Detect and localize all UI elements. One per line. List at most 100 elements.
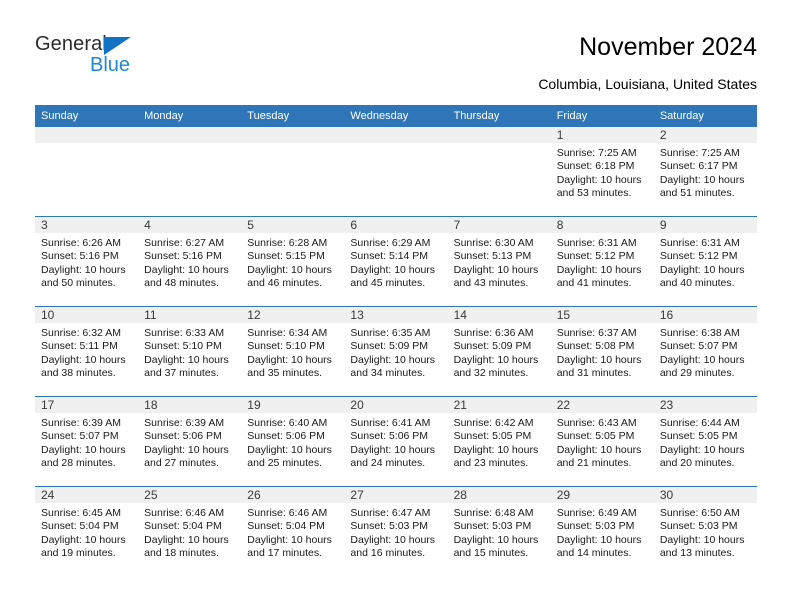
day-details: Sunrise: 6:32 AM Sunset: 5:11 PM Daylight:… (35, 323, 138, 381)
weekday-header-monday: Monday (138, 105, 242, 127)
calendar-day-cell-empty (241, 127, 345, 217)
daylight-duration-line2: and 15 minutes. (453, 547, 529, 560)
day-cell-inner: 12 Sunrise: 6:34 AM Sunset: 5:10 PM Dayligh… (241, 307, 345, 396)
sunset-time: Sunset: 5:14 PM (350, 250, 429, 263)
day-cell-inner: 10 Sunrise: 6:32 AM Sunset: 5:11 PM Dayligh… (35, 307, 139, 396)
day-number: 1 (550, 127, 654, 143)
day-number: 20 (344, 397, 448, 413)
calendar-day-cell[interactable]: 1 Sunrise: 7:25 AM Sunset: 6:18 PM Daylight… (550, 127, 654, 217)
sunset-time: Sunset: 5:03 PM (453, 520, 532, 533)
day-number: 28 (447, 487, 551, 503)
calendar-day-cell[interactable]: 27 Sunrise: 6:47 AM Sunset: 5:03 PM Dayligh… (344, 486, 448, 576)
daylight-duration-line1: Daylight: 10 hours (247, 263, 332, 276)
daylight-duration-line2: and 43 minutes. (453, 277, 529, 290)
daylight-duration-line1: Daylight: 10 hours (556, 533, 642, 546)
day-cell-inner: 29 Sunrise: 6:49 AM Sunset: 5:03 PM Dayligh… (550, 487, 654, 576)
day-details: Sunrise: 6:49 AM Sunset: 5:03 PM Daylight:… (551, 503, 654, 561)
calendar-day-cell[interactable]: 3 Sunrise: 6:26 AM Sunset: 5:16 PM Daylight… (35, 216, 139, 307)
daylight-duration-line1: Daylight: 10 hours (41, 533, 126, 546)
calendar-day-cell[interactable]: 15 Sunrise: 6:37 AM Sunset: 5:08 PM Dayligh… (550, 306, 654, 397)
day-cell-inner: 28 Sunrise: 6:48 AM Sunset: 5:03 PM Dayligh… (447, 487, 551, 576)
daylight-duration-line1: Daylight: 10 hours (453, 443, 539, 456)
calendar-day-cell[interactable]: 13 Sunrise: 6:35 AM Sunset: 5:09 PM Dayligh… (344, 306, 448, 397)
weekday-header-saturday: Saturday (653, 105, 757, 127)
day-number: 25 (138, 487, 242, 503)
daylight-duration-line2: and 46 minutes. (247, 277, 322, 290)
sunrise-time: Sunrise: 6:32 AM (41, 327, 121, 339)
calendar-day-cell[interactable]: 11 Sunrise: 6:33 AM Sunset: 5:10 PM Dayligh… (138, 306, 242, 397)
calendar-day-cell[interactable]: 24 Sunrise: 6:45 AM Sunset: 5:04 PM Dayligh… (35, 486, 139, 576)
sunset-time: Sunset: 5:03 PM (556, 520, 635, 533)
calendar-week-row: 17 Sunrise: 6:39 AM Sunset: 5:07 PM Dayligh… (35, 396, 757, 487)
calendar-day-cell[interactable]: 8 Sunrise: 6:31 AM Sunset: 5:12 PM Daylight… (550, 216, 654, 307)
day-number: 27 (344, 487, 448, 503)
day-cell-inner (138, 127, 242, 216)
calendar-day-cell[interactable]: 19 Sunrise: 6:40 AM Sunset: 5:06 PM Dayligh… (241, 396, 345, 487)
day-number: 19 (241, 397, 345, 413)
sunset-time: Sunset: 5:16 PM (41, 250, 119, 263)
weekday-header-wednesday: Wednesday (344, 105, 448, 127)
day-number: 14 (447, 307, 551, 323)
sunset-time: Sunset: 5:09 PM (453, 340, 532, 353)
calendar-day-cell[interactable]: 26 Sunrise: 6:46 AM Sunset: 5:04 PM Dayligh… (241, 486, 345, 576)
daylight-duration-line2: and 38 minutes. (41, 367, 116, 380)
daylight-duration-line2: and 14 minutes. (556, 547, 632, 560)
daylight-duration-line1: Daylight: 10 hours (247, 533, 332, 546)
calendar-day-cell[interactable]: 25 Sunrise: 6:46 AM Sunset: 5:04 PM Dayligh… (138, 486, 242, 576)
day-cell-inner: 8 Sunrise: 6:31 AM Sunset: 5:12 PM Daylight… (550, 217, 654, 306)
sunrise-time: Sunrise: 6:42 AM (453, 417, 534, 429)
daylight-duration-line1: Daylight: 10 hours (41, 443, 126, 456)
day-details: Sunrise: 6:48 AM Sunset: 5:03 PM Daylight:… (448, 503, 551, 561)
sunrise-time: Sunrise: 6:39 AM (144, 417, 225, 429)
day-number: 18 (138, 397, 242, 413)
weekday-header-sunday: Sunday (35, 105, 139, 127)
page-subtitle-location: Columbia, Louisiana, United States (538, 76, 757, 92)
calendar-day-cell[interactable]: 23 Sunrise: 6:44 AM Sunset: 5:05 PM Dayligh… (653, 396, 757, 487)
calendar-day-cell[interactable]: 10 Sunrise: 6:32 AM Sunset: 5:11 PM Dayligh… (35, 306, 139, 397)
sunrise-time: Sunrise: 6:46 AM (144, 507, 225, 519)
day-cell-inner: 3 Sunrise: 6:26 AM Sunset: 5:16 PM Daylight… (35, 217, 139, 306)
calendar-body: 1 Sunrise: 7:25 AM Sunset: 6:18 PM Daylight… (35, 127, 757, 576)
calendar-day-cell[interactable]: 6 Sunrise: 6:29 AM Sunset: 5:14 PM Daylight… (344, 216, 448, 307)
calendar-day-cell[interactable]: 17 Sunrise: 6:39 AM Sunset: 5:07 PM Dayligh… (35, 396, 139, 487)
calendar-day-cell[interactable]: 4 Sunrise: 6:27 AM Sunset: 5:16 PM Daylight… (138, 216, 242, 307)
daylight-duration-line1: Daylight: 10 hours (247, 353, 332, 366)
calendar-day-cell[interactable]: 9 Sunrise: 6:31 AM Sunset: 5:12 PM Daylight… (653, 216, 757, 307)
calendar-day-cell[interactable]: 21 Sunrise: 6:42 AM Sunset: 5:05 PM Dayligh… (447, 396, 551, 487)
calendar-day-cell[interactable]: 14 Sunrise: 6:36 AM Sunset: 5:09 PM Dayligh… (447, 306, 551, 397)
day-details: Sunrise: 6:36 AM Sunset: 5:09 PM Daylight:… (448, 323, 551, 381)
day-number: 7 (447, 217, 551, 233)
calendar-day-cell[interactable]: 12 Sunrise: 6:34 AM Sunset: 5:10 PM Dayligh… (241, 306, 345, 397)
calendar-day-cell[interactable]: 16 Sunrise: 6:38 AM Sunset: 5:07 PM Dayligh… (653, 306, 757, 397)
daylight-duration-line1: Daylight: 10 hours (659, 533, 745, 546)
daylight-duration-line1: Daylight: 10 hours (659, 263, 745, 276)
weekday-header-tuesday: Tuesday (241, 105, 345, 127)
calendar-day-cell[interactable]: 28 Sunrise: 6:48 AM Sunset: 5:03 PM Dayligh… (447, 486, 551, 576)
daylight-duration-line2: and 41 minutes. (556, 277, 632, 290)
sunset-time: Sunset: 6:18 PM (556, 160, 635, 173)
daylight-duration-line2: and 40 minutes. (659, 277, 735, 290)
calendar-day-cell[interactable]: 22 Sunrise: 6:43 AM Sunset: 5:05 PM Dayligh… (550, 396, 654, 487)
calendar-day-cell[interactable]: 20 Sunrise: 6:41 AM Sunset: 5:06 PM Dayligh… (344, 396, 448, 487)
day-number: 3 (35, 217, 139, 233)
calendar-week-row: 1 Sunrise: 7:25 AM Sunset: 6:18 PM Daylight… (35, 127, 757, 217)
sunrise-time: Sunrise: 6:41 AM (350, 417, 431, 429)
calendar-day-cell[interactable]: 18 Sunrise: 6:39 AM Sunset: 5:06 PM Dayligh… (138, 396, 242, 487)
daylight-duration-line1: Daylight: 10 hours (247, 443, 332, 456)
calendar-day-cell[interactable]: 7 Sunrise: 6:30 AM Sunset: 5:13 PM Daylight… (447, 216, 551, 307)
calendar-day-cell[interactable]: 29 Sunrise: 6:49 AM Sunset: 5:03 PM Dayligh… (550, 486, 654, 576)
day-details: Sunrise: 6:31 AM Sunset: 5:12 PM Daylight:… (551, 233, 654, 291)
daylight-duration-line2: and 31 minutes. (556, 367, 632, 380)
day-number: 10 (35, 307, 139, 323)
calendar-day-cell[interactable]: 5 Sunrise: 6:28 AM Sunset: 5:15 PM Daylight… (241, 216, 345, 307)
calendar-day-cell[interactable]: 30 Sunrise: 6:50 AM Sunset: 5:03 PM Dayligh… (653, 486, 757, 576)
daylight-duration-line2: and 45 minutes. (350, 277, 426, 290)
day-number: 29 (550, 487, 654, 503)
day-cell-inner (447, 127, 551, 216)
day-number: 26 (241, 487, 345, 503)
calendar-day-cell[interactable]: 2 Sunrise: 7:25 AM Sunset: 6:17 PM Daylight… (653, 127, 757, 217)
sunrise-time: Sunrise: 6:50 AM (659, 507, 740, 519)
day-details: Sunrise: 6:47 AM Sunset: 5:03 PM Daylight:… (344, 503, 447, 561)
day-details: Sunrise: 6:30 AM Sunset: 5:13 PM Daylight:… (448, 233, 551, 291)
general-blue-logo[interactable]: General Blue (35, 33, 185, 83)
